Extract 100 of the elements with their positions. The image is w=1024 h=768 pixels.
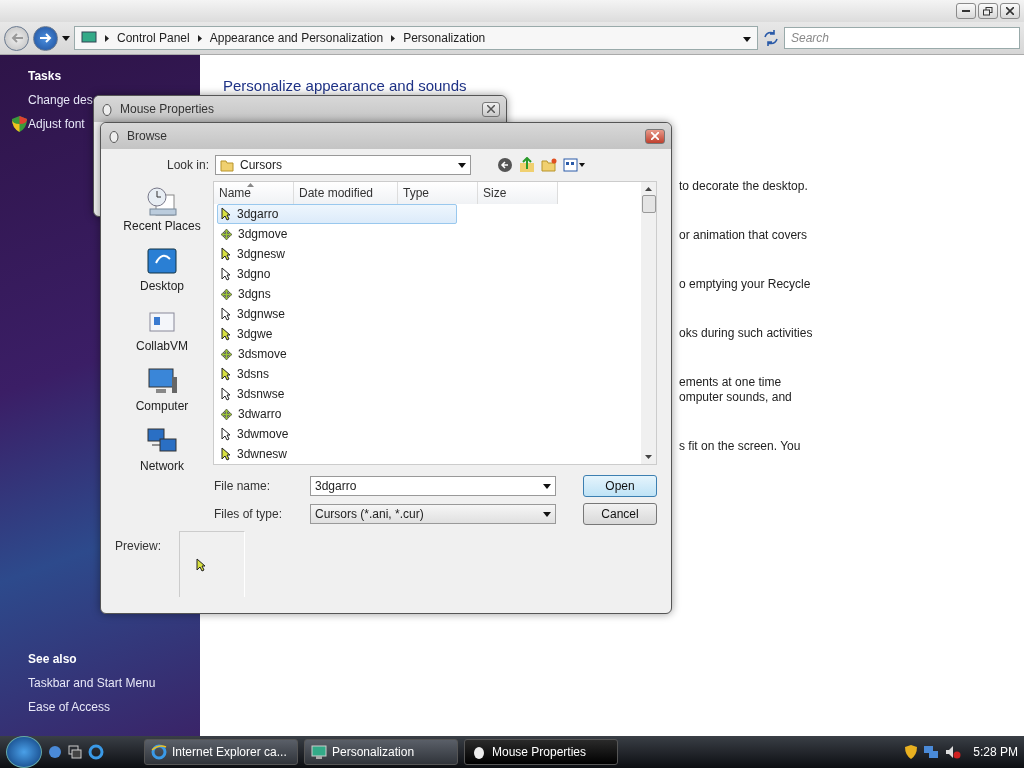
dropdown-arrow-icon: [543, 511, 551, 517]
move-cursor-icon: [221, 348, 232, 360]
restore-button[interactable]: [978, 3, 998, 19]
sort-caret-icon: [247, 183, 254, 187]
column-header[interactable]: Date modified: [294, 182, 398, 204]
file-item[interactable]: 3dgarro: [217, 204, 457, 224]
file-item[interactable]: 3dwarro: [217, 404, 457, 424]
file-item[interactable]: 3dgnesw: [217, 244, 457, 264]
back-button[interactable]: [4, 25, 29, 51]
page-heading: Personalize appearance and sounds: [223, 77, 468, 94]
see-also-heading: See also: [28, 652, 78, 666]
desktop-icon: [146, 247, 178, 277]
mouse-icon: [100, 102, 114, 116]
file-name-field[interactable]: 3dgarro: [310, 476, 556, 496]
dropdown-arrow-icon: [543, 483, 551, 489]
place-shortcut[interactable]: Network: [140, 427, 184, 473]
cursor-icon: [221, 367, 231, 381]
description-text: o emptying your Recycle: [679, 277, 812, 292]
close-icon: [1006, 7, 1014, 15]
file-item[interactable]: 3dgns: [217, 284, 457, 304]
file-item[interactable]: 3dsns: [217, 364, 457, 384]
mouse-icon: [471, 744, 487, 760]
minimize-icon: [962, 9, 970, 13]
vertical-scrollbar[interactable]: [641, 182, 656, 464]
look-in-dropdown[interactable]: Cursors: [215, 155, 472, 175]
place-shortcut[interactable]: Recent Places: [123, 187, 201, 233]
windows-stack-icon[interactable]: [68, 745, 82, 759]
up-folder-icon[interactable]: [519, 157, 536, 173]
forward-button[interactable]: [33, 25, 58, 51]
move-cursor-icon: [221, 228, 232, 240]
file-item[interactable]: 3dgwe: [217, 324, 457, 344]
move-cursor-icon: [221, 288, 232, 300]
close-button[interactable]: [645, 128, 665, 144]
view-menu-icon[interactable]: [563, 158, 586, 172]
cursor-icon: [221, 387, 231, 401]
see-also-link[interactable]: Ease of Access: [28, 700, 111, 714]
cursor-icon: [221, 267, 231, 281]
open-button[interactable]: Open: [583, 475, 657, 497]
breadcrumb-link[interactable]: Personalization: [403, 31, 486, 45]
file-type-dropdown[interactable]: Cursors (*.ani, *.cur): [310, 504, 556, 524]
task-link[interactable]: Change des: [28, 93, 93, 107]
dialog-title: Browse: [127, 129, 167, 143]
description-text: s fit on the screen. You: [679, 439, 802, 454]
search-field[interactable]: Search: [784, 27, 1020, 49]
cursor-icon: [221, 307, 231, 321]
place-shortcut[interactable]: CollabVM: [136, 307, 188, 353]
see-also-link[interactable]: Taskbar and Start Menu: [28, 676, 156, 690]
file-item[interactable]: 3dwmove: [217, 424, 457, 444]
description-text: to decorate the desktop.: [679, 179, 809, 194]
monitor-icon: [81, 31, 97, 45]
address-bar[interactable]: Control Panel Appearance and Personalization Personalization: [74, 26, 758, 50]
close-icon: [487, 105, 495, 113]
network-icon[interactable]: [923, 745, 940, 759]
column-header[interactable]: Size: [478, 182, 558, 204]
forward-arrow-icon: [39, 33, 52, 43]
restore-icon: [983, 6, 993, 16]
window-title: Mouse Properties: [120, 102, 215, 116]
clock[interactable]: 5:28 PM: [973, 745, 1018, 759]
file-item[interactable]: 3dsnwse: [217, 384, 457, 404]
taskbar-button[interactable]: Internet Explorer ca...: [144, 739, 298, 765]
close-button[interactable]: [1000, 3, 1020, 19]
place-shortcut[interactable]: Desktop: [140, 247, 184, 293]
new-folder-icon[interactable]: [541, 157, 558, 173]
shield-icon: [12, 116, 27, 132]
cursor-icon: [221, 447, 231, 461]
file-item[interactable]: 3dgno: [217, 264, 457, 284]
tasks-heading: Tasks: [28, 69, 63, 83]
minimize-button[interactable]: [956, 3, 976, 19]
column-header[interactable]: Type: [398, 182, 478, 204]
description-text: or animation that covers: [679, 228, 809, 243]
file-name-label: File name:: [214, 479, 272, 493]
cancel-button[interactable]: Cancel: [583, 503, 657, 525]
close-button[interactable]: [482, 101, 500, 117]
refresh-arrows-icon[interactable]: [762, 29, 780, 47]
file-item[interactable]: 3dwnesw: [217, 444, 457, 464]
taskbar-button[interactable]: Mouse Properties: [464, 739, 618, 765]
taskbar-button[interactable]: Personalization: [304, 739, 458, 765]
scrollbar-thumb[interactable]: [641, 195, 656, 213]
column-header[interactable]: Name: [214, 182, 294, 204]
back-arrow-icon: [10, 33, 23, 43]
speaker-muted-icon[interactable]: [945, 745, 962, 759]
breadcrumb-link[interactable]: Appearance and Personalization: [209, 31, 384, 45]
cursor-icon: [196, 557, 206, 572]
task-link[interactable]: Adjust font: [28, 117, 85, 131]
place-shortcut[interactable]: Computer: [135, 367, 189, 413]
cursor-icon: [221, 427, 231, 441]
scroll-down-icon: [645, 455, 652, 459]
file-item[interactable]: 3dsmove: [217, 344, 457, 364]
cursor-icon: [221, 327, 231, 341]
mouse-icon: [107, 129, 121, 143]
clock-documents-icon: [146, 187, 178, 217]
file-item[interactable]: 3dgnwse: [217, 304, 457, 324]
monitor-icon: [311, 744, 327, 760]
cursor-icon: [221, 207, 231, 221]
shield-icon[interactable]: [905, 745, 918, 759]
breadcrumb-link[interactable]: Control Panel: [117, 31, 190, 45]
file-item[interactable]: 3dgmove: [217, 224, 457, 244]
move-cursor-icon: [221, 408, 232, 420]
dropdown-arrow-icon: [62, 35, 70, 41]
start-button[interactable]: [6, 736, 42, 768]
